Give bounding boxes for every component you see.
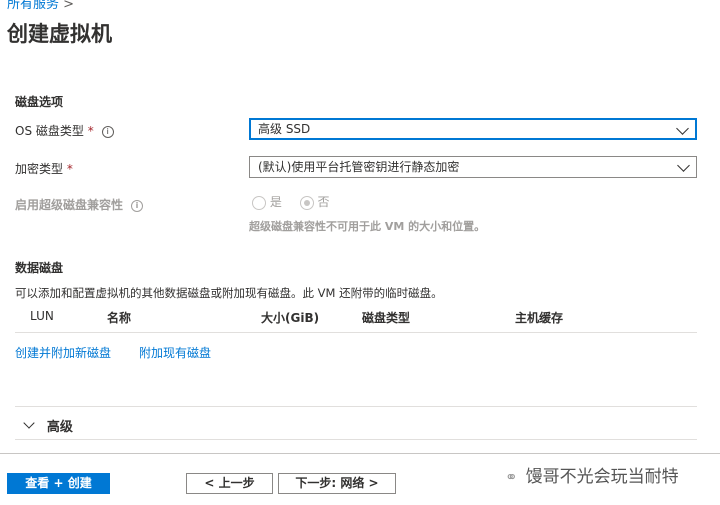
- chevron-down-icon: [676, 122, 689, 135]
- col-disk-type: 磁盘类型: [362, 311, 411, 325]
- divider: [15, 439, 697, 440]
- divider: [15, 406, 697, 407]
- radio-circle[interactable]: [252, 195, 266, 210]
- required-marker: *: [87, 124, 94, 138]
- advanced-label: 高级: [46, 420, 73, 435]
- col-lun: LUN: [30, 309, 54, 323]
- advanced-section-toggle[interactable]: 高级: [23, 416, 73, 435]
- chevron-down-icon: [677, 159, 690, 172]
- breadcrumb[interactable]: 所有服务 >: [7, 0, 74, 12]
- chevron-down-icon: [23, 417, 35, 429]
- os-disk-type-select[interactable]: 高级 SSD: [249, 118, 697, 140]
- ultra-disk-label: 启用超级磁盘兼容性 i: [15, 196, 144, 213]
- watermark-text: 馒哥不光会玩当耐特: [525, 467, 679, 487]
- breadcrumb-all-services[interactable]: 所有服务: [7, 0, 59, 12]
- col-name: 名称: [107, 311, 132, 325]
- col-size: 大小(GiB): [261, 311, 320, 325]
- breadcrumb-separator: >: [63, 0, 75, 12]
- data-disks-heading: 数据磁盘: [15, 261, 64, 275]
- radio-circle-selected[interactable]: [299, 195, 314, 210]
- radio-yes[interactable]: 是: [252, 195, 282, 210]
- ultra-disk-radio-group: 是 否: [252, 193, 330, 210]
- footer-divider: [0, 453, 720, 454]
- label-text: OS 磁盘类型: [15, 124, 84, 138]
- radio-no[interactable]: 否: [299, 195, 330, 210]
- required-marker: *: [66, 162, 73, 176]
- col-host-caching: 主机缓存: [515, 311, 564, 325]
- info-icon[interactable]: i: [101, 125, 114, 138]
- radio-label: 是: [269, 195, 282, 209]
- radio-label: 否: [317, 195, 330, 209]
- create-attach-disk-link[interactable]: 创建并附加新磁盘: [15, 344, 111, 361]
- info-icon[interactable]: i: [131, 199, 144, 212]
- encryption-type-select[interactable]: (默认)使用平台托管密钥进行静态加密: [249, 156, 697, 178]
- review-create-button[interactable]: 查看 + 创建: [7, 473, 110, 494]
- os-disk-type-label: OS 磁盘类型 * i: [15, 122, 114, 139]
- encryption-type-label: 加密类型 *: [15, 160, 73, 177]
- watermark: ⚭ 馒哥不光会玩当耐特: [505, 462, 679, 487]
- select-value: (默认)使用平台托管密钥进行静态加密: [258, 160, 460, 174]
- data-disks-description: 可以添加和配置虚拟机的其他数据磁盘或附加现有磁盘。此 VM 还附带的临时磁盘。: [15, 286, 443, 300]
- ultra-disk-note: 超级磁盘兼容性不可用于此 VM 的大小和位置。: [249, 220, 486, 233]
- attach-existing-disk-link[interactable]: 附加现有磁盘: [139, 344, 211, 361]
- next-button[interactable]: 下一步: 网络 >: [278, 473, 396, 494]
- wechat-icon: ⚭: [505, 468, 518, 486]
- page-title: 创建虚拟机: [7, 22, 112, 46]
- disk-options-heading: 磁盘选项: [15, 95, 64, 109]
- label-text: 加密类型: [15, 162, 64, 176]
- label-text: 启用超级磁盘兼容性: [15, 198, 124, 212]
- divider: [15, 332, 697, 333]
- previous-button[interactable]: < 上一步: [186, 473, 273, 494]
- select-value: 高级 SSD: [258, 122, 311, 136]
